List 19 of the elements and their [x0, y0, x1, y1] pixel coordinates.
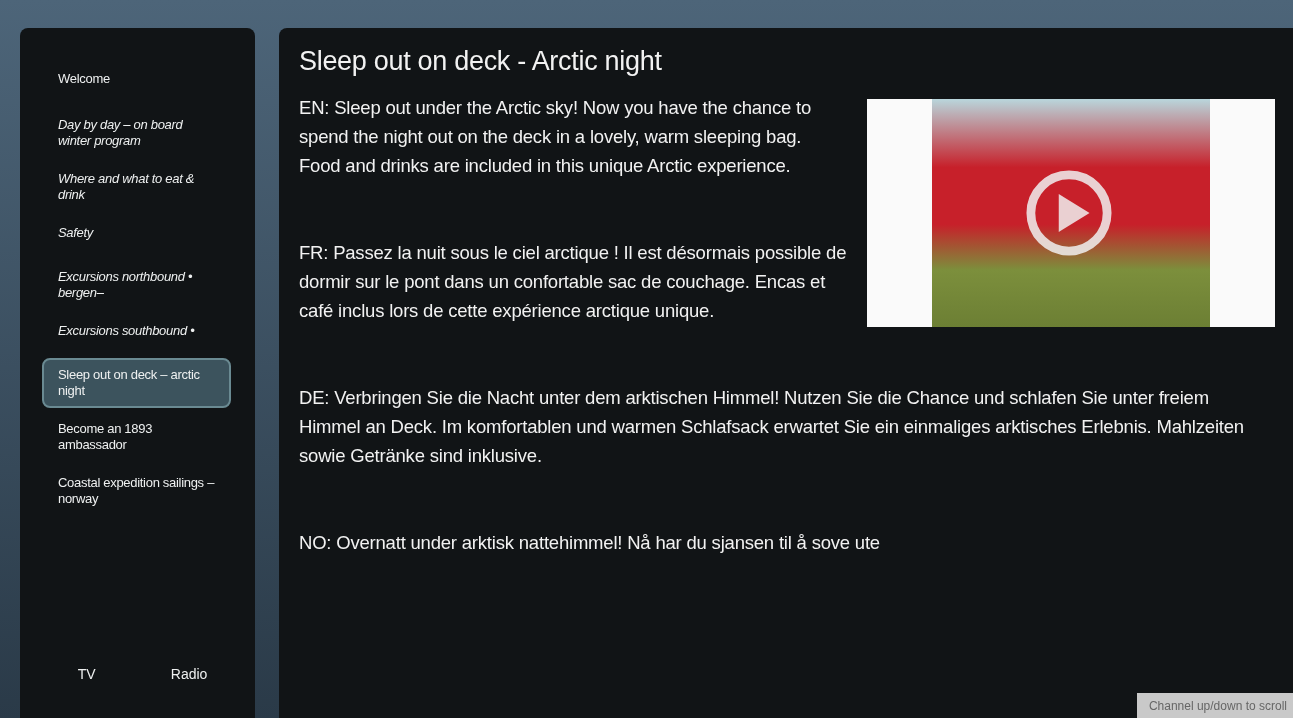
- paragraph: EN: Sleep out under the Arctic sky! Now you have the chance to spend the night out on the deck in a lovely, warm sleeping bag. Food and drinks are included in this unique Arctic experience.: [299, 96, 813, 178]
- menu-item[interactable]: Excursions southbound •: [42, 314, 231, 354]
- footer-button[interactable]: Radio: [160, 660, 218, 688]
- page-title: Sleep out on deck - Arctic night: [299, 46, 663, 77]
- paragraph: DE: Verbringen Sie die Nacht unter dem arktischen Himmel! Nutzen Sie die Chance und schlafen Sie unter freiem Himmel an Deck. Im komfortablen und warmen Schlafsack erwartet Sie ein einmaliges arktisches Erlebnis. Mahlzeiten sowie Getränke sind inklusive.: [299, 386, 1245, 468]
- menu-item[interactable]: Safety: [42, 216, 231, 256]
- menu-item[interactable]: Day by day – on board winter program: [42, 108, 231, 158]
- footer-button[interactable]: TV: [67, 660, 106, 688]
- menu-item[interactable]: Coastal expedition sailings – norway: [42, 466, 231, 516]
- video-thumbnail[interactable]: [867, 99, 1275, 327]
- menu-item[interactable]: Welcome: [42, 62, 231, 96]
- menu-item[interactable]: Sleep out on deck – arctic night: [42, 358, 231, 408]
- play-icon[interactable]: [1025, 169, 1113, 257]
- paragraph: NO: Overnatt under arktisk nattehimmel! Nå har du sjansen til å sove ute: [299, 531, 881, 555]
- scroll-hint: Channel up/down to scroll: [1136, 693, 1293, 718]
- menu-item[interactable]: Where and what to eat & drink: [42, 162, 231, 212]
- menu-item[interactable]: Excursions northbound • bergen–: [42, 260, 231, 310]
- menu-item[interactable]: Become an 1893 ambassador: [42, 412, 231, 462]
- paragraph: FR: Passez la nuit sous le ciel arctique ! Il est désormais possible de dormir sur le pont dans un confortable sac de couchage. Encas et café inclus lors de cette expérience arctique unique.: [299, 241, 848, 323]
